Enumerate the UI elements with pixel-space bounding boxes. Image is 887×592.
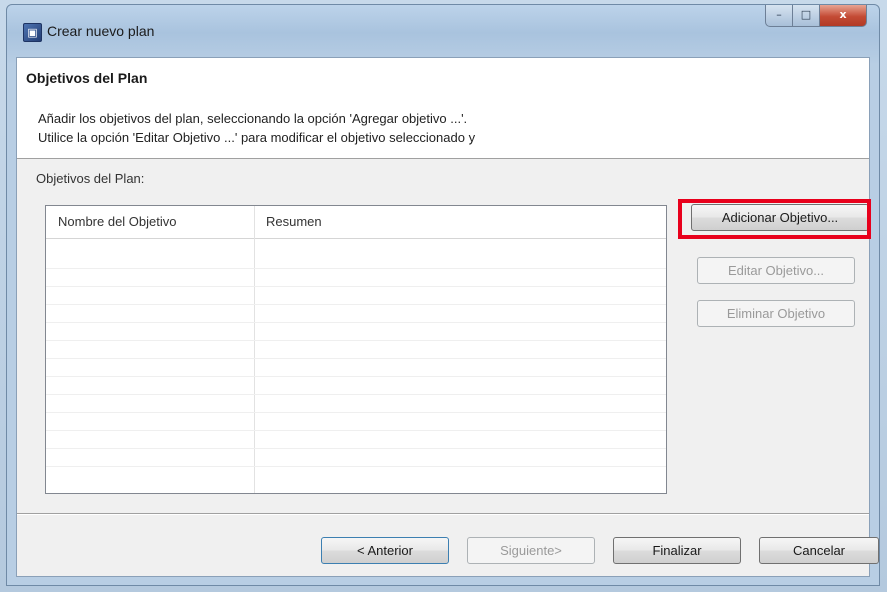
- table-row[interactable]: [46, 412, 666, 413]
- app-icon: ▣: [23, 23, 42, 42]
- cancel-button[interactable]: Cancelar: [759, 537, 879, 564]
- table-row[interactable]: [46, 286, 666, 287]
- column-header-summary[interactable]: Resumen: [266, 206, 322, 238]
- table-row[interactable]: [46, 358, 666, 359]
- table-row[interactable]: [46, 466, 666, 467]
- page-description: Añadir los objetivos del plan, seleccion…: [38, 109, 475, 147]
- table-row[interactable]: [46, 304, 666, 305]
- table-row[interactable]: [46, 448, 666, 449]
- next-button[interactable]: Siguiente>: [467, 537, 595, 564]
- table-row[interactable]: [46, 376, 666, 377]
- delete-objective-button[interactable]: Eliminar Objetivo: [697, 300, 855, 327]
- description-line-2: Utilice la opción 'Editar Objetivo ...' …: [38, 130, 476, 145]
- column-header-name[interactable]: Nombre del Objetivo: [58, 206, 177, 238]
- objectives-table[interactable]: Nombre del Objetivo Resumen: [45, 205, 667, 494]
- title-bar[interactable]: ▣ Crear nuevo plan – □ x: [7, 5, 879, 55]
- finish-button[interactable]: Finalizar: [613, 537, 741, 564]
- back-button[interactable]: < Anterior: [321, 537, 449, 564]
- add-objective-button[interactable]: Adicionar Objetivo...: [691, 204, 869, 231]
- window-title: Crear nuevo plan: [47, 23, 155, 39]
- close-icon: x: [839, 8, 847, 21]
- edit-objective-button[interactable]: Editar Objetivo...: [697, 257, 855, 284]
- dialog-window: ▣ Crear nuevo plan – □ x Objetivos del P…: [6, 4, 880, 586]
- table-row[interactable]: [46, 322, 666, 323]
- table-row[interactable]: [46, 340, 666, 341]
- wizard-header: Objetivos del Plan Añadir los objetivos …: [17, 58, 869, 159]
- table-row[interactable]: [46, 430, 666, 431]
- dialog-client-area: Objetivos del Plan Añadir los objetivos …: [16, 57, 879, 577]
- table-row[interactable]: [46, 394, 666, 395]
- table-header: Nombre del Objetivo Resumen: [46, 206, 666, 239]
- maximize-button[interactable]: □: [793, 5, 820, 27]
- footer-separator: [17, 513, 869, 515]
- close-button[interactable]: x: [820, 5, 867, 27]
- minimize-button[interactable]: –: [765, 5, 793, 27]
- page-title: Objetivos del Plan: [26, 70, 148, 86]
- objectives-section-label: Objetivos del Plan:: [36, 171, 145, 186]
- description-line-1: Añadir los objetivos del plan, seleccion…: [38, 111, 468, 126]
- caption-buttons: – □ x: [765, 5, 867, 27]
- table-row[interactable]: [46, 268, 666, 269]
- column-divider: [254, 206, 255, 493]
